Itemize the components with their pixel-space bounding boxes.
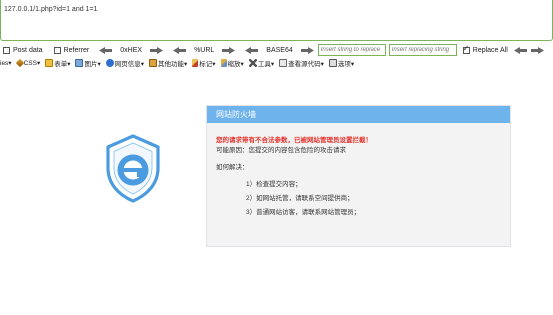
base64-decode-arrow-icon[interactable] — [245, 46, 259, 54]
toolbar-item-label: 标记▾ — [199, 61, 216, 68]
toolbar-misc-menu[interactable]: 其他功能▾ — [149, 58, 187, 68]
toolbar-options-menu[interactable]: 选项▾ — [328, 58, 355, 68]
toolbar-image-menu[interactable]: 图片▾ — [75, 58, 101, 68]
firewall-step: 3）普通网站访客，请联系网站管理员； — [246, 209, 361, 216]
toolbar-mark-menu[interactable]: 标记▾ — [192, 58, 216, 68]
toolbar-css-menu[interactable]: CSS▾ — [15, 58, 41, 68]
replace-all-label: Replace All — [472, 46, 508, 54]
source-icon — [279, 59, 288, 67]
toolbar-item-label: 表单▾ — [54, 61, 71, 68]
insert-string-input[interactable] — [317, 44, 386, 56]
info-icon — [105, 59, 114, 67]
url-textarea[interactable]: 127.0.0.1/1.php?id=1 and 1=1 — [0, 0, 553, 41]
replace-right-arrow-icon[interactable] — [530, 46, 544, 54]
firewall-reason: 可能原因：您提交的内容包含危险的攻击请求 — [216, 147, 346, 154]
firewall-steps: 1）检查提交内容； 2）如网站托管，请联系空间提供商； 3）普通网站访客，请联系… — [216, 180, 501, 218]
toolbar-item-label: 其他功能▾ — [158, 61, 188, 68]
misc-icon — [149, 59, 158, 67]
firewall-step: 2）如网站托管，请联系空间提供商； — [246, 195, 354, 202]
referrer-checkbox[interactable] — [53, 46, 61, 54]
web-developer-toolbar: ies▾ CSS▾ 表单▾ 图片▾ 网页信息▾ 其他功能▾ 标记▾ 缩放▾ 工具… — [0, 57, 553, 69]
hex-encode-arrow-icon[interactable] — [150, 46, 164, 54]
hex-decode-arrow-icon[interactable] — [99, 46, 113, 54]
toolbar-item-label: CSS▾ — [23, 60, 41, 67]
firewall-panel: 网站防火墙 您的请求带有不合法参数，已被网站管理员设置拦截！ 可能原因：您提交的… — [206, 105, 511, 247]
base64-label: BASE64 — [266, 46, 293, 54]
firewall-shield-logo-icon — [106, 134, 160, 203]
firewall-message: 您的请求带有不合法参数，已被网站管理员设置拦截！ 可能原因：您提交的内容包含危险… — [207, 123, 510, 218]
toolbar-item-label: ies▾ — [0, 60, 12, 67]
base64-encode-arrow-icon[interactable] — [300, 46, 314, 54]
replace-left-arrow-icon[interactable] — [513, 46, 527, 54]
toolbar-zoom-menu[interactable]: 缩放▾ — [220, 58, 244, 68]
firewall-step: 1）检查提交内容； — [246, 181, 302, 188]
toolbar-tools-menu[interactable]: 工具▾ — [248, 58, 275, 68]
toolbar-info-menu[interactable]: 网页信息▾ — [105, 58, 145, 68]
mark-icon — [192, 59, 199, 67]
toolbar-item-label: 查看源代码▾ — [288, 61, 324, 68]
toolbar-item-label: 图片▾ — [84, 61, 101, 68]
firewall-title: 网站防火墙 — [207, 106, 510, 123]
toolbar-item-label: 工具▾ — [257, 61, 275, 68]
hackbar-options: Post data Referrer 0xHEX %URL BASE64 Rep… — [0, 43, 553, 57]
firewall-warning: 您的请求带有不合法参数，已被网站管理员设置拦截！ — [216, 137, 372, 144]
post-data-checkbox[interactable] — [3, 46, 10, 54]
url-label: %URL — [194, 46, 215, 54]
tools-icon — [248, 59, 257, 67]
toolbar-item-label: 选项▾ — [337, 61, 355, 68]
hex-label: 0xHEX — [120, 46, 143, 54]
insert-replacing-input[interactable] — [388, 44, 457, 56]
toolbar-form-menu[interactable]: 表单▾ — [45, 58, 70, 68]
toolbar-cookies-menu[interactable]: ies▾ — [0, 59, 12, 67]
options-icon — [328, 59, 337, 67]
firewall-how-to: 如何解决： — [216, 164, 249, 171]
url-text: 127.0.0.1/1.php?id=1 and 1=1 — [4, 6, 98, 13]
url-decode-arrow-icon[interactable] — [173, 46, 187, 54]
image-icon — [75, 59, 84, 67]
toolbar-item-label: 网页信息▾ — [114, 61, 145, 68]
form-icon — [45, 59, 54, 67]
toolbar-item-label: 缩放▾ — [227, 61, 244, 68]
referrer-label: Referrer — [63, 46, 90, 54]
css-icon — [15, 58, 24, 68]
toolbar-source-menu[interactable]: 查看源代码▾ — [279, 58, 324, 68]
post-data-label: Post data — [13, 46, 43, 54]
zoom-icon — [220, 59, 227, 67]
url-encode-arrow-icon[interactable] — [222, 46, 236, 54]
replace-all-checkbox[interactable] — [462, 44, 470, 54]
